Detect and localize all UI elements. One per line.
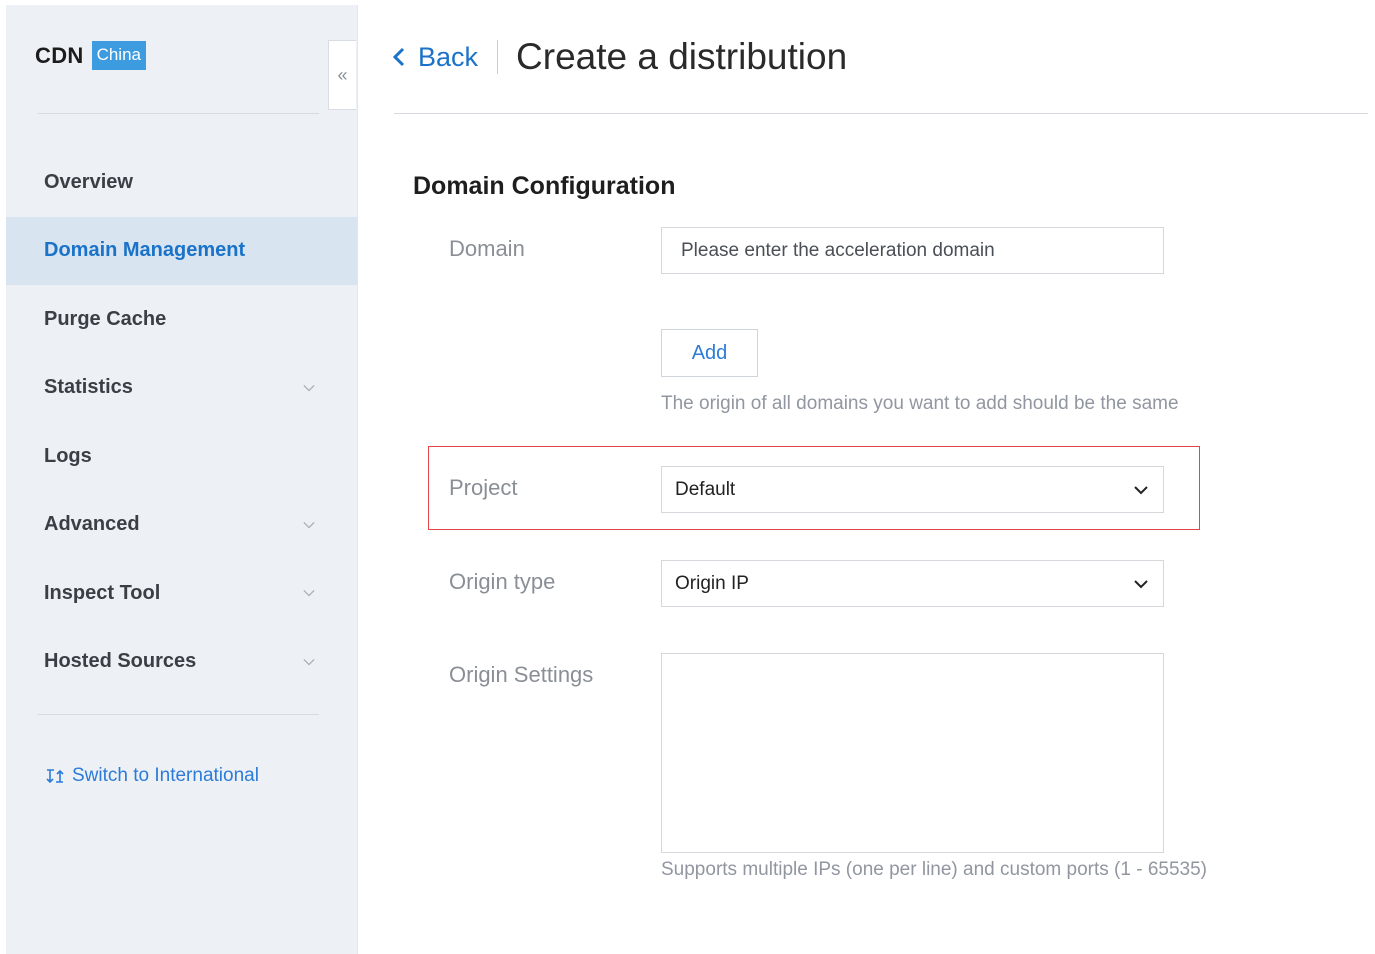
sidebar-item-purge-cache[interactable]: Purge Cache [6,285,357,354]
chevron-left-icon [392,47,405,67]
sidebar-item-label: Inspect Tool [44,581,161,604]
origin-type-select[interactable]: Origin IP [661,560,1164,607]
sidebar-divider-bottom [38,714,319,715]
sidebar-item-domain-management[interactable]: Domain Management [6,216,357,285]
chevron-down-icon [303,590,315,597]
chevron-down-icon [1134,579,1148,588]
sidebar-item-label: Hosted Sources [44,650,197,673]
back-link[interactable]: Back [392,42,478,73]
sidebar-item-overview[interactable]: Overview [6,148,357,217]
origin-settings-textarea[interactable] [661,653,1164,853]
chevron-down-icon [303,521,315,529]
sidebar-item-advanced[interactable]: Advanced [6,491,357,560]
brand-name: CDN [35,42,84,68]
page-header: Back Create a distribution [392,36,847,78]
chevron-down-icon [1134,485,1148,494]
chevron-down-icon [303,384,315,392]
sidebar: CDN China « Overview Domain Management P… [6,5,358,954]
domain-label: Domain [449,236,525,261]
domain-input[interactable] [662,228,1163,273]
project-label: Project [449,475,518,500]
double-chevron-left-icon: « [337,64,348,85]
origin-settings-hint: Supports multiple IPs (one per line) and… [661,859,1207,880]
project-select[interactable]: Default [661,466,1164,513]
sidebar-divider-top [38,113,319,114]
section-title: Domain Configuration [413,172,676,200]
sidebar-item-label: Logs [44,444,92,467]
collapse-sidebar-button[interactable]: « [328,40,356,110]
page-title: Create a distribution [516,36,848,77]
switch-to-international-link[interactable]: Switch to International [44,765,259,787]
add-domain-button[interactable]: Add [661,329,758,377]
region-badge: China [91,41,146,70]
domain-field [661,227,1164,274]
header-divider [394,113,1368,114]
chevron-down-icon [303,658,315,666]
sidebar-item-label: Domain Management [44,239,246,262]
sidebar-item-label: Statistics [44,376,133,399]
origin-type-selected-value: Origin IP [675,572,749,594]
header-separator [497,40,499,74]
sidebar-item-statistics[interactable]: Statistics [6,354,357,423]
project-selected-value: Default [675,478,736,500]
sidebar-item-label: Advanced [44,513,140,536]
back-label: Back [418,41,479,72]
add-hint: The origin of all domains you want to ad… [661,393,1179,414]
sidebar-item-inspect-tool[interactable]: Inspect Tool [6,559,357,628]
sidebar-nav: Overview Domain Management Purge Cache S… [6,148,357,696]
origin-settings-label: Origin Settings [449,662,594,687]
sidebar-item-label: Overview [44,170,133,193]
sidebar-item-label: Purge Cache [44,307,167,330]
sidebar-item-hosted-sources[interactable]: Hosted Sources [6,628,357,697]
switch-label: Switch to International [72,765,259,786]
brand: CDN China [35,41,146,70]
sidebar-item-logs[interactable]: Logs [6,422,357,491]
swap-icon [46,769,64,784]
origin-type-label: Origin type [449,569,556,594]
